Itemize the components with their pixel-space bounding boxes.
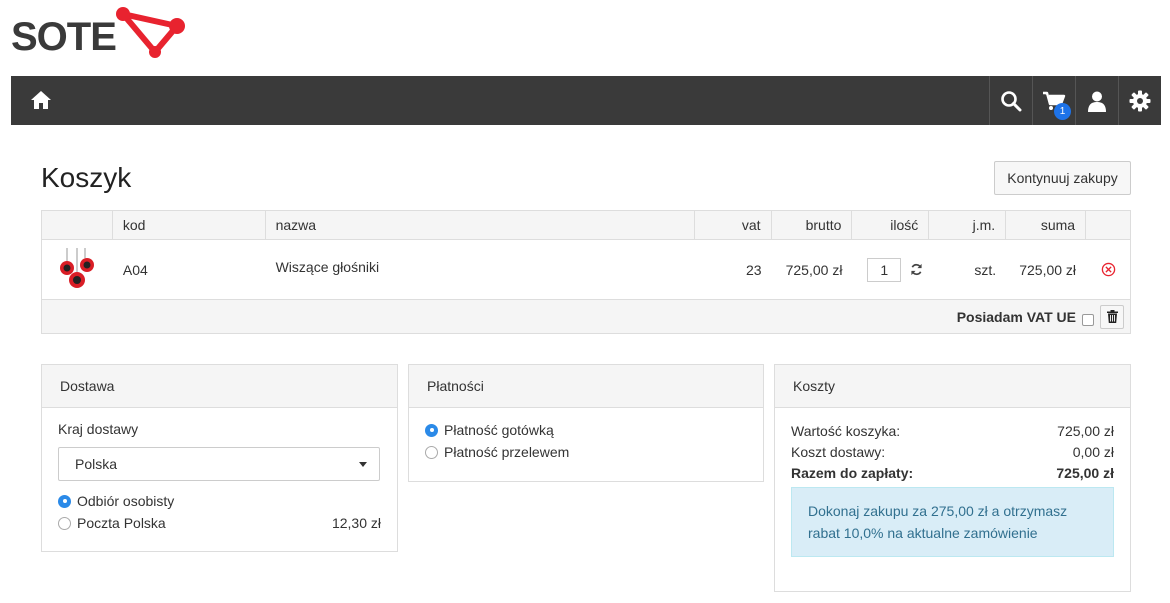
total-value: 725,00 zł (1056, 464, 1114, 481)
header-name: nazwa (266, 211, 695, 239)
delivery-cost-row: Koszt dostawy: 0,00 zł (791, 441, 1114, 462)
delivery-option-price: 12,30 zł (331, 515, 381, 531)
item-code: A04 (122, 261, 148, 278)
cart-button[interactable]: 1 (1032, 76, 1075, 125)
quantity-input[interactable] (867, 257, 902, 282)
table-header: kod nazwa vat brutto ilość j.m. suma (42, 211, 1130, 240)
item-gross: 725,00 zł (785, 261, 843, 278)
item-vat: 23 (746, 261, 762, 278)
trash-icon (1106, 310, 1118, 323)
header-qty: ilość (852, 211, 930, 239)
header-unit: j.m. (929, 211, 1007, 239)
header-sum: suma (1006, 211, 1087, 239)
radio-selected-icon[interactable] (58, 494, 71, 508)
country-label: Kraj dostawy (58, 421, 139, 437)
vat-ue-label: Posiadam VAT UE (956, 308, 1076, 325)
radio-icon[interactable] (425, 445, 438, 459)
item-sum: 725,00 zł (1019, 261, 1077, 278)
header-code: kod (113, 211, 266, 239)
costs-panel-title: Koszty (775, 365, 1130, 408)
remove-circle-icon (1101, 262, 1115, 277)
delivery-option-pickup[interactable]: Odbiór osobisty (58, 490, 381, 512)
payment-option-cash[interactable]: Płatność gotówką (425, 419, 747, 441)
site-logo[interactable]: SOTE (11, 6, 191, 59)
item-unit: szt. (974, 261, 997, 278)
refresh-icon[interactable] (910, 263, 923, 276)
clear-cart-button[interactable] (1100, 304, 1124, 329)
delivery-option-post[interactable]: Poczta Polska 12,30 zł (58, 512, 381, 534)
discount-info-box: Dokonaj zakupu za 275,00 zł a otrzymasz … (791, 487, 1114, 557)
search-icon (1001, 90, 1022, 111)
payment-panel-title: Płatności (409, 365, 763, 408)
delivery-cost-label: Koszt dostawy: (791, 443, 886, 460)
vat-ue-checkbox[interactable] (1082, 313, 1094, 326)
item-name[interactable]: Wiszące głośniki (266, 240, 695, 299)
cart-value-label: Wartość koszyka: (791, 422, 901, 439)
search-button[interactable] (989, 76, 1032, 125)
total-label: Razem do zapłaty: (791, 464, 914, 481)
country-select[interactable]: Polska (58, 447, 380, 481)
chevron-down-icon (359, 461, 367, 467)
delivery-option-label: Poczta Polska (77, 515, 166, 531)
cart-value-row: Wartość koszyka: 725,00 zł (791, 420, 1114, 441)
radio-selected-icon[interactable] (425, 423, 438, 437)
delivery-option-label: Odbiór osobisty (77, 493, 175, 509)
user-icon (1088, 91, 1106, 112)
header-vat: vat (695, 211, 772, 239)
speakers-image (60, 247, 95, 288)
continue-shopping-button[interactable]: Kontynuuj zakupy (994, 161, 1131, 195)
cart-table: kod nazwa vat brutto ilość j.m. suma A04… (41, 210, 1131, 334)
user-button[interactable] (1075, 76, 1118, 125)
page-title: Koszyk (41, 162, 132, 193)
cart-value: 725,00 zł (1057, 422, 1114, 439)
delivery-cost-value: 0,00 zł (1072, 443, 1114, 460)
header-gross: brutto (772, 211, 853, 239)
delivery-panel-title: Dostawa (42, 365, 397, 408)
cart-count-badge: 1 (1054, 103, 1071, 120)
costs-panel: Koszty Wartość koszyka: 725,00 zł Koszt … (774, 364, 1131, 592)
header-actions (1086, 211, 1130, 239)
table-footer: Posiadam VAT UE (42, 300, 1130, 333)
gear-icon (1129, 90, 1151, 111)
header-image (42, 211, 113, 239)
product-thumbnail[interactable] (42, 240, 113, 299)
home-icon[interactable] (29, 88, 53, 112)
top-navbar: 1 (11, 76, 1161, 125)
country-select-value: Polska (75, 456, 118, 472)
delivery-panel: Dostawa Kraj dostawy Polska Odbiór osobi… (41, 364, 398, 552)
payment-option-label: Płatność przelewem (444, 444, 570, 460)
logo-mark-icon (116, 7, 185, 58)
item-qty-cell (852, 240, 929, 299)
payment-panel: Płatności Płatność gotówką Płatność prze… (408, 364, 764, 482)
settings-button[interactable] (1118, 76, 1161, 125)
radio-icon[interactable] (58, 516, 71, 530)
payment-option-label: Płatność gotówką (444, 422, 554, 438)
payment-option-transfer[interactable]: Płatność przelewem (425, 441, 747, 463)
table-row: A04 Wiszące głośniki 23 725,00 zł szt. 7… (42, 240, 1130, 300)
total-row: Razem do zapłaty: 725,00 zł (791, 462, 1114, 483)
logo-text: SOTE (11, 15, 117, 59)
remove-item-button[interactable] (1086, 240, 1130, 299)
